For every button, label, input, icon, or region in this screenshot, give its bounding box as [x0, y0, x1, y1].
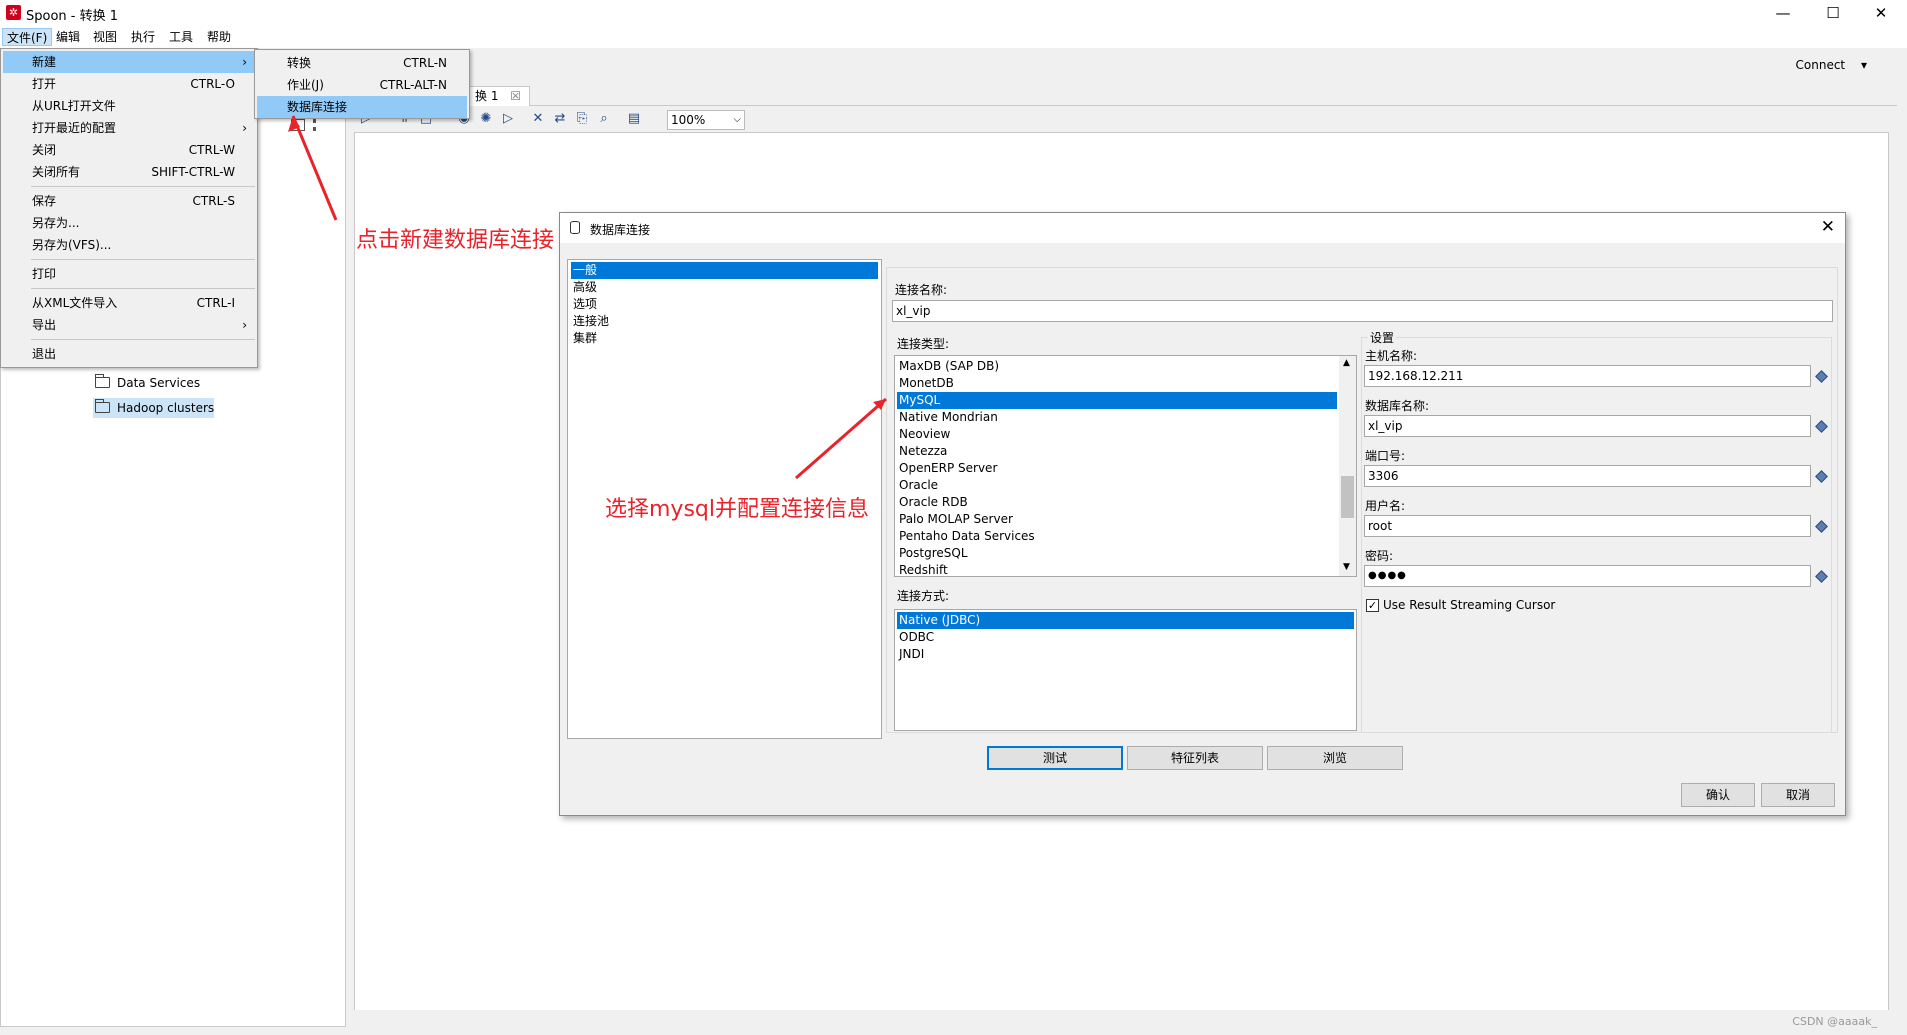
annotation-step2: 选择mysql并配置连接信息: [605, 497, 869, 522]
annotation-arrow-2: [795, 397, 887, 480]
annotation-step1: 点击新建数据库连接: [356, 228, 555, 253]
annotation-overlay: [288, 115, 887, 480]
annotation-arrow-1: [291, 115, 338, 221]
